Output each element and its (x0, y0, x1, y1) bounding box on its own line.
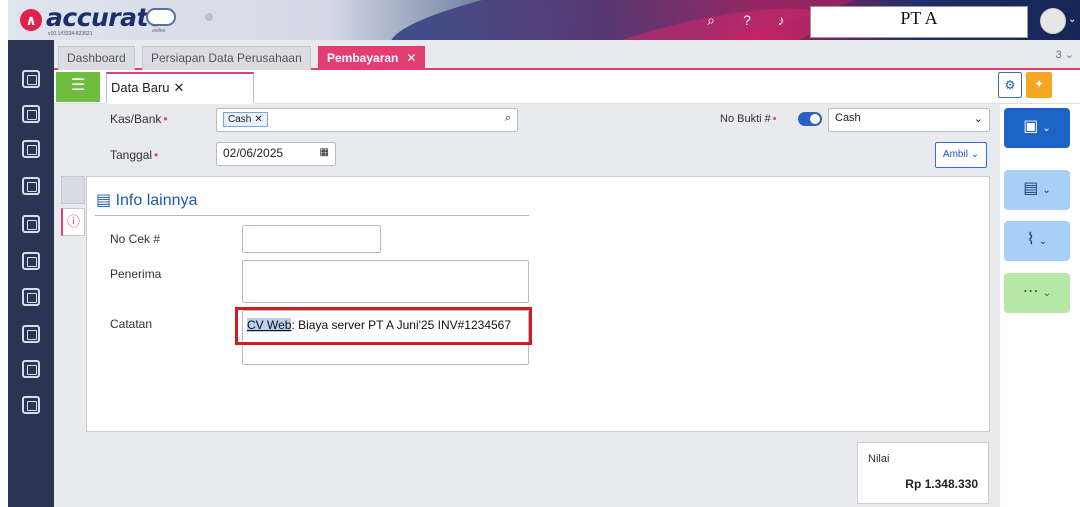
logo-subtitle: online (152, 28, 166, 34)
bank-icon[interactable] (22, 177, 40, 195)
nilai-label: Nilai (868, 453, 890, 465)
status-dot-icon (205, 13, 213, 21)
chevron-down-icon: ⌄ (1038, 236, 1048, 247)
ambil-label: Ambil (942, 149, 968, 160)
no-bukti-toggle[interactable] (798, 112, 822, 126)
catatan-label: Catatan (110, 317, 153, 331)
more-options-button[interactable]: ⋯ ⌄ (1004, 273, 1070, 313)
tab-label: Persiapan Data Perusahaan (151, 51, 302, 65)
close-icon[interactable]: ✕ (406, 51, 416, 65)
notification-bell-icon[interactable]: ♪ (772, 11, 790, 29)
tanggal-value: 02/06/2025 (223, 146, 284, 160)
calendar-icon[interactable]: ▦ (320, 147, 329, 158)
attachment-button[interactable]: ⌇ ⌄ (1004, 221, 1070, 261)
app-version: v10.1#3334-823621 (48, 31, 93, 37)
left-sidebar (8, 40, 54, 507)
no-bukti-value: Cash (835, 112, 861, 124)
save-button[interactable]: ▣ ⌄ (1004, 108, 1070, 148)
tab-dashboard[interactable]: Dashboard (58, 46, 135, 70)
more-icon: ⋯ (1022, 283, 1039, 300)
inventory-icon[interactable] (22, 288, 40, 306)
search-icon[interactable]: ⌕ (702, 11, 720, 29)
module-tabs-bar: Dashboard Persiapan Data Perusahaan Pemb… (54, 40, 1080, 70)
kas-bank-label: Kas/Bank • (110, 112, 168, 126)
kas-bank-chip: Cash ✕ (223, 112, 268, 127)
company-name: PT A (810, 6, 1028, 38)
list-view-button[interactable]: ☰ (56, 72, 100, 102)
accurate-logo-icon: ∧ (20, 9, 42, 31)
cloud-icon (146, 8, 176, 26)
nilai-value: Rp 1.348.330 (905, 477, 978, 491)
side-tab-detail[interactable] (61, 176, 85, 204)
no-bukti-label-text: No Bukti # (720, 113, 771, 125)
tab-persiapan-data[interactable]: Persiapan Data Perusahaan (142, 46, 311, 70)
settings-icon[interactable] (22, 70, 40, 88)
info-lainnya-panel: ▤ Info lainnya (86, 176, 990, 432)
form-tab-data-baru[interactable]: Data Baru ✕ (106, 72, 254, 104)
dashboard-icon[interactable] (22, 396, 40, 414)
lightbulb-icon[interactable]: ✦ (1026, 72, 1052, 98)
panel-title: ▤ Info lainnya (96, 190, 197, 210)
paperclip-icon: ⌇ (1026, 231, 1035, 248)
tanggal-label-text: Tanggal (110, 148, 153, 162)
assets-icon[interactable] (22, 325, 40, 343)
panel-title-text: Info lainnya (115, 192, 198, 209)
open-tabs-count[interactable]: 3 ⌄ (1056, 48, 1074, 61)
chevron-down-icon: ⌄ (973, 113, 983, 125)
chevron-down-icon: ⌄ (1042, 288, 1052, 299)
chevron-down-icon[interactable]: ⌄ (1068, 14, 1076, 25)
search-icon[interactable]: ⌕ (505, 112, 511, 125)
document-icon: ▤ (1023, 180, 1039, 197)
penerima-label: Penerima (110, 267, 162, 281)
kas-bank-input[interactable]: Cash ✕ ⌕ (216, 108, 518, 132)
remove-chip-icon[interactable]: ✕ (254, 114, 262, 125)
form-toolbar: ☰ Data Baru ✕ ⚙ ✦ (54, 70, 1080, 104)
tab-pembayaran[interactable]: Pembayaran ✕ (318, 46, 426, 70)
user-avatar[interactable] (1040, 8, 1066, 34)
document-icon: ▤ (96, 192, 116, 209)
save-icon: ▣ (1023, 118, 1039, 135)
no-bukti-label: No Bukti # • (720, 113, 777, 125)
tab-label: Dashboard (67, 51, 126, 65)
kas-bank-label-text: Kas/Bank (110, 112, 162, 126)
tanggal-label: Tanggal • (110, 148, 159, 162)
no-bukti-select[interactable]: Cash ⌄ (828, 108, 990, 132)
side-tab-info[interactable]: ⓘ (61, 208, 85, 236)
ledger-icon[interactable] (22, 140, 40, 158)
divider (95, 215, 529, 216)
ambil-button[interactable]: Ambil ⌄ (935, 142, 987, 168)
highlight-annotation-box (235, 307, 532, 345)
tanggal-input[interactable]: 02/06/2025 ▦ (216, 142, 336, 166)
chevron-down-icon: ⌄ (1042, 185, 1051, 196)
no-cek-input[interactable] (242, 225, 381, 253)
reports-icon[interactable] (22, 360, 40, 378)
penerima-textarea[interactable] (242, 260, 529, 303)
gear-icon[interactable]: ⚙ (998, 72, 1022, 98)
document-menu-button[interactable]: ▤ ⌄ (1004, 170, 1070, 210)
chevron-down-icon: ⌄ (1042, 123, 1051, 134)
company-icon[interactable] (22, 105, 40, 123)
purchase-cart-icon[interactable] (22, 252, 40, 270)
kas-bank-chip-text: Cash (228, 114, 252, 125)
close-icon[interactable]: ✕ (174, 80, 185, 95)
no-cek-label: No Cek # (110, 232, 161, 246)
help-icon[interactable]: ? (738, 11, 756, 29)
form-tab-label: Data Baru (111, 80, 170, 95)
sales-icon[interactable] (22, 215, 40, 233)
total-value-box: Nilai Rp 1.348.330 (857, 442, 989, 504)
tab-label: Pembayaran (327, 51, 399, 65)
